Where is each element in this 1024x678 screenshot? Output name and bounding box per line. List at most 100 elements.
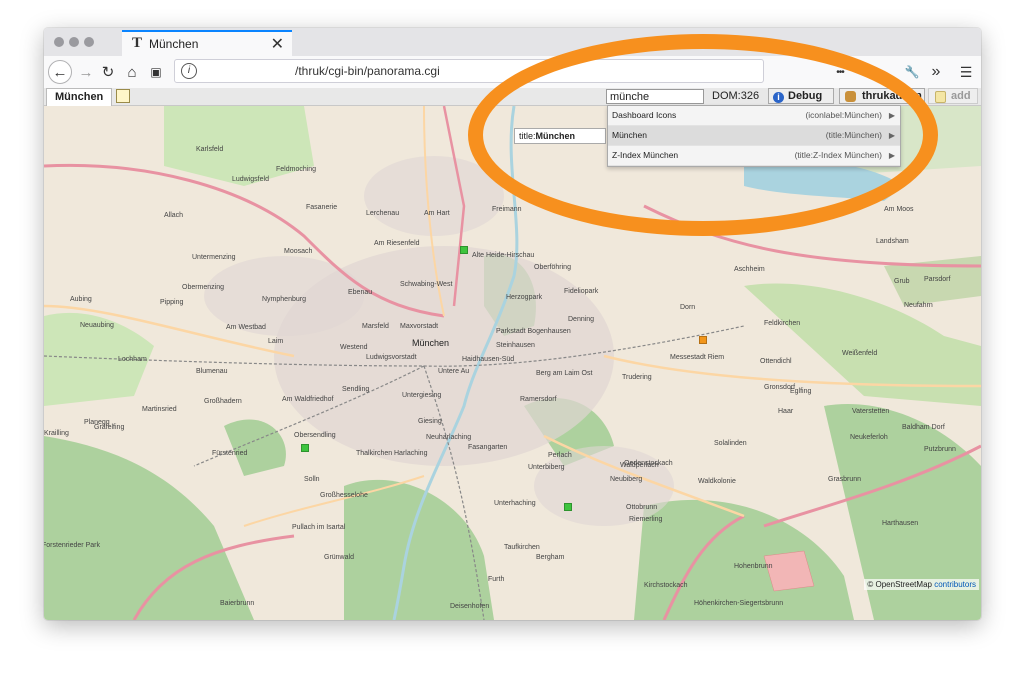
search-autocomplete-list: Dashboard Icons (iconlabel:München) ▶ Mü…	[607, 105, 901, 167]
url-bar[interactable]: i /thruk/cgi-bin/panorama.cgi	[174, 59, 764, 83]
submenu-arrow-icon: ▶	[888, 151, 895, 160]
map-place-label: Deisenhofen	[450, 603, 490, 610]
map-place-label: Pullach im Isartal	[292, 524, 346, 531]
map-place-label: Trudering	[622, 374, 652, 381]
navigation-bar: ← → ↻ ⌂ ▣ i /thruk/cgi-bin/panorama.cgi …	[44, 56, 981, 89]
map-place-label: Haar	[778, 408, 794, 415]
page-actions-icon[interactable]: •••	[828, 60, 852, 84]
attribution-link[interactable]: contributors	[934, 580, 976, 589]
debug-button[interactable]: i Debug	[768, 88, 834, 104]
map-place-label: Feldmoching	[276, 166, 317, 173]
map-place-label: Weißenfeld	[842, 350, 878, 357]
map-place-label: Grasbrunn	[828, 476, 862, 483]
map-place-label: Solalinden	[714, 440, 747, 447]
forward-button[interactable]: →	[74, 60, 98, 84]
map-place-label: Neuaubing	[80, 322, 114, 329]
map-place-label: Großhadern	[204, 398, 242, 405]
extension-icon[interactable]: ▣	[144, 60, 168, 84]
map-place-label: Pipping	[160, 299, 184, 306]
user-button[interactable]: thrukadmin	[839, 88, 925, 104]
map-place-label: Fideliopark	[564, 288, 599, 295]
map-place-label: Grünwald	[324, 554, 354, 561]
map-place-label: Moosach	[284, 248, 313, 255]
search-input[interactable]: münche	[606, 89, 704, 104]
host-status-warning-marker[interactable]	[699, 336, 707, 344]
home-button[interactable]: ⌂	[120, 60, 144, 84]
map-place-label: Untergiesing	[402, 392, 442, 399]
autocomplete-item[interactable]: Dashboard Icons (iconlabel:München) ▶	[608, 106, 900, 126]
map-place-label: Am Waldfriedhof	[282, 396, 334, 403]
map-place-label: Am Moos	[884, 206, 914, 213]
map-panel[interactable]: Karlsfeld Ludwigsfeld Feldmoching Am Hart Fr…	[44, 106, 981, 620]
map-place-label: Unterbiberg	[528, 464, 565, 471]
browser-tab[interactable]: T München ✕	[122, 30, 292, 56]
back-button[interactable]: ←	[48, 60, 72, 84]
search-tooltip: title:München	[514, 128, 606, 144]
map-place-label: Waldkolonie	[698, 478, 736, 485]
map-place-label: Riemerling	[629, 516, 663, 523]
map-place-label: Obersendling	[294, 432, 336, 439]
overflow-icon[interactable]: »	[924, 60, 948, 84]
map-place-label: Aubing	[70, 296, 92, 303]
map-place-label: Maxvorstadt	[400, 323, 439, 330]
url-text[interactable]: /thruk/cgi-bin/panorama.cgi	[295, 64, 440, 78]
map-place-label: Neufahrn	[904, 302, 933, 309]
map-place-label: Neukeferloh	[850, 434, 888, 441]
autocomplete-item-hint: (title:Z-Index München)	[794, 150, 882, 160]
debug-label: Debug	[788, 90, 823, 102]
user-icon	[845, 91, 856, 102]
maximize-window-icon[interactable]	[84, 37, 94, 47]
map-place-label: Gräfelfing	[94, 424, 125, 431]
minimize-window-icon[interactable]	[69, 37, 79, 47]
map-attribution: © OpenStreetMap contributors	[864, 579, 979, 590]
map-place-label: Neubiberg	[610, 476, 643, 483]
autocomplete-item[interactable]: Z-Index München (title:Z-Index München) …	[608, 146, 900, 166]
host-status-ok-marker[interactable]	[301, 444, 309, 452]
map-place-label: München	[412, 338, 450, 348]
map-place-label: Ludwigsvorstadt	[366, 354, 417, 361]
map-place-label: Eglfing	[790, 388, 812, 395]
map-place-label: Nymphenburg	[262, 296, 306, 303]
close-tab-icon[interactable]: ✕	[271, 34, 284, 54]
menu-icon[interactable]: ☰	[954, 60, 978, 84]
map-place-label: Denning	[568, 316, 595, 323]
host-status-ok-marker[interactable]	[564, 503, 572, 511]
host-status-ok-marker[interactable]	[460, 246, 468, 254]
map-place-label: Taufkirchen	[504, 544, 540, 551]
map-place-label: Harthausen	[882, 520, 919, 527]
map-place-label: Martinsried	[142, 406, 177, 413]
map-place-label: Aschheim	[734, 266, 765, 273]
map-place-label: Krailling	[44, 430, 69, 437]
submenu-arrow-icon: ▶	[888, 111, 895, 120]
map-place-label: Furth	[488, 576, 505, 583]
autocomplete-item-label: Dashboard Icons	[612, 110, 677, 120]
map-place-label: Solln	[304, 476, 320, 483]
tab-title: München	[149, 37, 199, 51]
attribution-text: © OpenStreetMap	[867, 580, 932, 589]
autocomplete-item[interactable]: München (title:München) ▶	[608, 126, 900, 146]
info-icon: i	[773, 92, 784, 103]
map-place-label: Fürstenried	[212, 450, 248, 457]
browser-window: T München ✕ ← → ↻ ⌂ ▣ i /thruk/cgi-bin/p…	[44, 28, 981, 620]
map-place-label: Höhenkirchen-Siegertsbrunn	[694, 600, 784, 607]
reload-button[interactable]: ↻	[96, 60, 120, 84]
map-place-label: Ebenau	[348, 289, 373, 296]
wrench-icon[interactable]: 🔧	[900, 60, 924, 84]
tab-dashboard-muenchen[interactable]: München	[46, 88, 113, 106]
map-place-label: Grub	[894, 278, 910, 285]
map-place-label: Feldkirchen	[764, 320, 801, 327]
panorama-toolbar: München münche DOM:326 i Debug thrukadmin…	[44, 88, 981, 106]
new-dashboard-icon[interactable]	[116, 89, 130, 103]
map-place-label: Obermenzing	[182, 284, 225, 291]
map-place-label: Haidhausen-Süd	[462, 356, 515, 363]
map-place-label: Steinhausen	[496, 342, 535, 349]
close-window-icon[interactable]	[54, 37, 64, 47]
map-place-label: Ramersdorf	[520, 396, 557, 403]
map-place-label: Thalkirchen	[356, 450, 393, 457]
add-button[interactable]: add	[928, 88, 978, 104]
site-info-icon[interactable]: i	[181, 63, 197, 79]
map-place-label: Fasangarten	[468, 444, 508, 451]
map-place-label: Harlaching	[394, 450, 428, 457]
map-place-label: Westend	[340, 344, 368, 351]
map-place-label: Perlach	[548, 452, 572, 459]
